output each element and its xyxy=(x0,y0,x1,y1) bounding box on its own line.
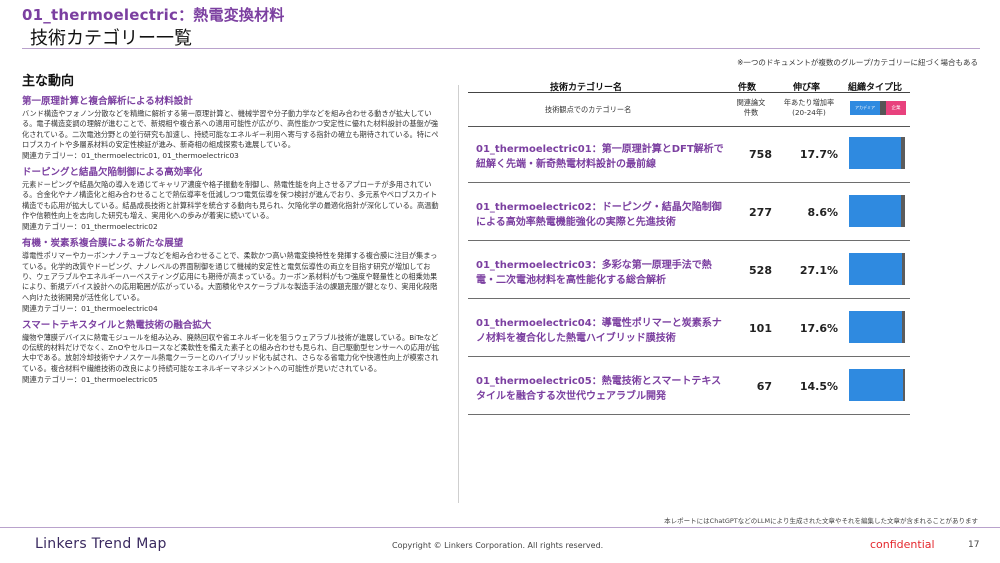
page-title: 技術カテゴリー一覧 xyxy=(30,28,192,49)
org-bar-academia xyxy=(849,195,902,227)
row-divider xyxy=(468,356,910,357)
subheader-growth-line1: 年あたり増加率 xyxy=(783,98,835,107)
trend-title: スマートテキスタイルと熱電技術の融合拡大 xyxy=(22,319,212,331)
trend-body: 元素ドーピングや結晶欠陥の導入を通じてキャリア濃度や格子振動を制御し、熱電性能を… xyxy=(22,180,439,221)
legend-academia: アカデミア xyxy=(850,101,880,115)
llm-disclaimer: 本レポートにはChatGPTなどのLLMにより生成された文章やそれを編集した文章… xyxy=(664,517,978,525)
table-row: 01_thermoelectric01：第一原理計算とDFT解析で紐解く先端・新… xyxy=(468,130,910,183)
table-row: 01_thermoelectric03：多彩な第一原理手法で熱電・二次電池材料を… xyxy=(468,246,910,299)
trend-related-categories: 関連カテゴリー：01_thermoelectric01, 01_thermoel… xyxy=(22,151,239,161)
subheader-count: 関連論文 件数 xyxy=(726,98,776,118)
trend-related-categories: 関連カテゴリー：01_thermoelectric02 xyxy=(22,222,158,232)
trend-body: 織物や薄膜デバイスに熱電モジュールを組み込み、廃熱回収や省エネルギー化を狙うウェ… xyxy=(22,332,440,373)
subheader-growth: 年あたり増加率 (20-24年) xyxy=(774,98,844,118)
grouping-note: ※一つのドキュメントが複数のグループ/カテゴリーに紐づく場合もある xyxy=(737,58,978,67)
category-count: 758 xyxy=(749,148,772,161)
trend-body: バンド構造やフォノン分散などを精緻に解析する第一原理計算と、機械学習や分子動力学… xyxy=(22,109,439,149)
row-divider xyxy=(468,240,910,241)
org-type-bar xyxy=(849,369,905,401)
category-count: 67 xyxy=(756,380,772,393)
org-type-bar xyxy=(849,195,905,227)
trend-body: 導電性ポリマーやカーボンナノチューブなどを組み合わせることで、柔軟かつ高い熱電変… xyxy=(22,251,438,302)
subheader-category-name: 技術観点でのカテゴリー名 xyxy=(545,105,632,114)
category-count: 277 xyxy=(749,206,772,219)
subheader-growth-line2: (20-24年) xyxy=(792,108,826,117)
subheader-count-line1: 関連論文 xyxy=(736,98,766,107)
org-bar-mixed xyxy=(903,369,905,401)
confidential-label: confidential xyxy=(870,538,935,551)
trends-heading: 主な動向 xyxy=(22,74,75,89)
category-name: 01_thermoelectric01：第一原理計算とDFT解析で紐解く先端・新… xyxy=(476,144,724,170)
trend-item: 有機・炭素系複合膜による新たな展望 導電性ポリマーやカーボンナノチューブなどを組… xyxy=(22,235,442,313)
category-growth: 27.1% xyxy=(799,264,838,277)
category-name: 01_thermoelectric02：ドーピング・結晶欠陥制御による高効率熱電… xyxy=(476,202,722,228)
table-header-rule xyxy=(468,92,910,93)
copyright: Copyright © Linkers Corporation. All rig… xyxy=(392,541,604,550)
row-divider xyxy=(468,298,910,299)
org-type-bar xyxy=(849,311,905,343)
legend-company: 企業 xyxy=(886,101,906,115)
category-count: 101 xyxy=(749,322,772,335)
trend-item: 第一原理計算と複合解析による材料設計 バンド構造やフォノン分散などを精緻に解析す… xyxy=(22,93,442,161)
row-divider xyxy=(468,182,910,183)
table-row: 01_thermoelectric05：熱電技術とスマートテキスタイルを融合する… xyxy=(468,362,910,415)
category-growth: 17.6% xyxy=(799,322,838,335)
trend-title: ドーピングと結晶欠陥制御による高効率化 xyxy=(22,167,203,179)
trend-related-categories: 関連カテゴリー：01_thermoelectric04 xyxy=(22,303,158,313)
table-subheader-rule xyxy=(468,126,910,127)
org-bar-academia xyxy=(849,137,901,169)
column-divider xyxy=(458,85,459,503)
header: 01_thermoelectric：熱電変換材料 技術カテゴリー一覧 xyxy=(0,0,1000,50)
trend-related-categories: 関連カテゴリー：01_thermoelectric05 xyxy=(22,375,158,385)
org-bar-academia xyxy=(849,311,902,343)
org-bar-academia xyxy=(849,253,903,285)
trends-section: 主な動向 第一原理計算と複合解析による材料設計 バンド構造やフォノン分散などを精… xyxy=(22,70,442,388)
footer-divider xyxy=(0,527,1000,528)
category-name: 01_thermoelectric05：熱電技術とスマートテキスタイルを融合する… xyxy=(476,376,722,402)
header-divider xyxy=(22,48,980,49)
page-number: 17 xyxy=(968,540,980,550)
category-name: 01_thermoelectric04：導電性ポリマーと炭素系ナノ材料を複合化し… xyxy=(476,318,722,344)
trend-title: 有機・炭素系複合膜による新たな展望 xyxy=(22,238,184,250)
category-growth: 8.6% xyxy=(807,206,838,219)
table-row: 01_thermoelectric04：導電性ポリマーと炭素系ナノ材料を複合化し… xyxy=(468,304,910,357)
category-name: 01_thermoelectric03：多彩な第一原理手法で熱電・二次電池材料を… xyxy=(476,260,712,286)
category-growth: 17.7% xyxy=(799,148,838,161)
trend-title: 第一原理計算と複合解析による材料設計 xyxy=(22,96,193,107)
category-growth: 14.5% xyxy=(799,380,838,393)
org-bar-mixed xyxy=(900,137,905,169)
org-type-bar xyxy=(849,253,905,285)
trend-item: スマートテキスタイルと熱電技術の融合拡大 織物や薄膜デバイスに熱電モジュールを組… xyxy=(22,317,442,385)
table-row: 01_thermoelectric02：ドーピング・結晶欠陥制御による高効率熱電… xyxy=(468,188,910,241)
org-bar-academia xyxy=(849,369,904,401)
project-title: 01_thermoelectric：熱電変換材料 xyxy=(22,6,285,24)
trend-item: ドーピングと結晶欠陥制御による高効率化 元素ドーピングや結晶欠陥の導入を通じてキ… xyxy=(22,164,442,232)
org-bar-mixed xyxy=(901,195,905,227)
category-count: 528 xyxy=(749,264,772,277)
brand-logo: Linkers Trend Map xyxy=(35,536,167,552)
org-type-bar xyxy=(849,137,905,169)
org-bar-mixed xyxy=(902,253,905,285)
subheader-count-line2: 件数 xyxy=(743,108,759,117)
org-bar-mixed xyxy=(901,311,905,343)
row-divider xyxy=(468,414,910,415)
org-type-legend: アカデミア 企業 xyxy=(850,101,906,115)
